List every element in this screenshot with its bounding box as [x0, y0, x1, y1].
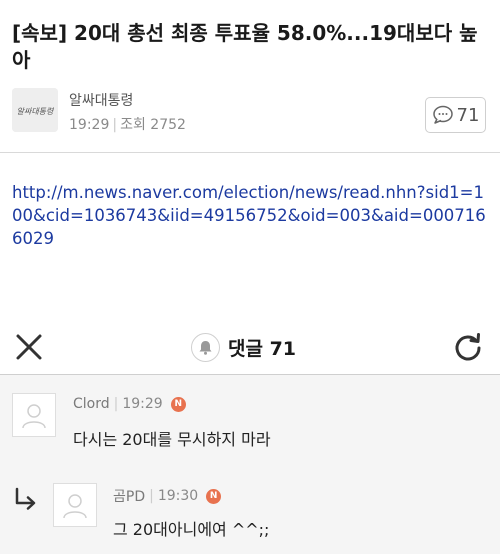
comment-count-button[interactable]: 71: [425, 97, 486, 133]
avatar[interactable]: [12, 393, 56, 437]
comment-count: 71: [456, 104, 480, 126]
author-name[interactable]: 알싸대통령: [69, 90, 133, 110]
comment-text: 다시는 20대를 무시하지 마라: [73, 430, 271, 449]
comment-item-reply: 곰PD | 19:30 N 그 20대아니에여 ^^;;: [0, 465, 480, 554]
comment-list: Clord | 19:29 N 다시는 20대를 무시하지 마라 곰PD | 1…: [0, 375, 500, 554]
post-body: http://m.news.naver.com/election/news/re…: [0, 153, 500, 321]
comment-header: 댓글 71: [191, 332, 296, 362]
user-icon: [63, 494, 87, 519]
comment-time: 19:30: [157, 488, 199, 504]
comment-toolbar: 댓글 71: [0, 321, 500, 375]
post-time: 19:29: [69, 117, 110, 133]
user-icon: [22, 404, 46, 429]
author-thumbnail[interactable]: 알싸대통령: [12, 88, 58, 132]
close-icon[interactable]: [14, 332, 44, 362]
views-label: 조회: [120, 117, 146, 133]
meta-divider: |: [149, 488, 154, 504]
post-header: [속보] 20대 총선 최종 투표율 58.0%...19대보다 높아 알싸대통…: [0, 0, 500, 153]
post-meta: 19:29 | 조회 2752: [69, 114, 186, 134]
author-thumb-text: 알싸대통령: [17, 107, 55, 116]
speech-bubble-icon: [432, 105, 453, 124]
bell-icon: [199, 340, 212, 355]
article-link[interactable]: http://m.news.naver.com/election/news/re…: [12, 181, 488, 250]
comment-author[interactable]: Clord: [73, 396, 110, 412]
avatar[interactable]: [53, 483, 97, 527]
views-count: 2752: [150, 117, 186, 133]
comment-section-title: 댓글 71: [228, 337, 297, 360]
new-badge: N: [206, 488, 222, 504]
comment-time: 19:29: [122, 396, 163, 412]
comment-meta: 곰PD | 19:30 N: [113, 486, 222, 506]
new-badge: N: [170, 396, 186, 412]
comment-item: Clord | 19:29 N 다시는 20대를 무시하지 마라: [0, 375, 480, 465]
comment-author[interactable]: 곰PD: [113, 486, 145, 506]
meta-divider: |: [112, 117, 118, 133]
notification-toggle[interactable]: [191, 332, 220, 362]
post-title: [속보] 20대 총선 최종 투표율 58.0%...19대보다 높아: [12, 21, 478, 72]
meta-divider: |: [113, 396, 119, 412]
refresh-icon[interactable]: [452, 331, 484, 363]
comment-meta: Clord | 19:29 N: [73, 396, 186, 412]
comment-text: 그 20대아니에여 ^^;;: [113, 520, 270, 539]
